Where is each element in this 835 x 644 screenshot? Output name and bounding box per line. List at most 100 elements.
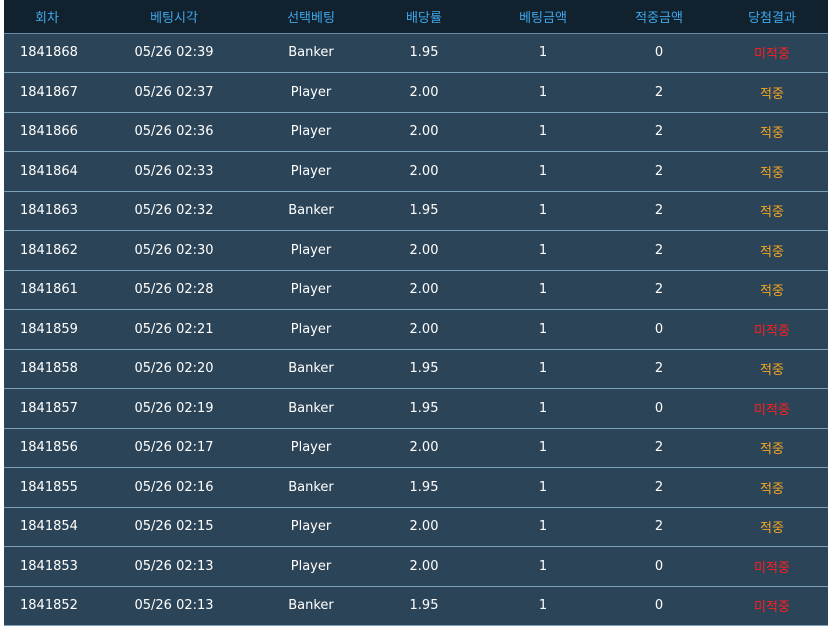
table-row: 1841855 05/26 02:16 Banker 1.95 1 2 적중 — [4, 467, 828, 508]
cell-bet-amount: 1 — [484, 507, 602, 547]
cell-bet-amount: 1 — [484, 72, 602, 113]
cell-round: 1841863 — [4, 191, 90, 231]
cell-result: 미적중 — [716, 586, 828, 626]
cell-payout-amount: 0 — [602, 309, 716, 350]
table-row: 1841861 05/26 02:28 Player 2.00 1 2 적중 — [4, 270, 828, 310]
cell-selected-bet: Banker — [258, 33, 364, 73]
cell-bet-time: 05/26 02:13 — [90, 546, 258, 587]
table-row: 1841862 05/26 02:30 Player 2.00 1 2 적중 — [4, 230, 828, 271]
cell-round: 1841855 — [4, 467, 90, 508]
cell-result: 적중 — [716, 349, 828, 389]
cell-selected-bet: Player — [258, 151, 364, 192]
cell-result: 적중 — [716, 72, 828, 113]
cell-round: 1841868 — [4, 33, 90, 73]
cell-round: 1841852 — [4, 586, 90, 626]
cell-bet-time: 05/26 02:17 — [90, 428, 258, 468]
cell-odds: 2.00 — [364, 309, 484, 350]
cell-selected-bet: Player — [258, 507, 364, 547]
table-row: 1841858 05/26 02:20 Banker 1.95 1 2 적중 — [4, 349, 828, 389]
cell-selected-bet: Player — [258, 270, 364, 310]
cell-payout-amount: 2 — [602, 112, 716, 152]
cell-selected-bet: Player — [258, 230, 364, 271]
cell-payout-amount: 2 — [602, 151, 716, 192]
cell-bet-time: 05/26 02:36 — [90, 112, 258, 152]
cell-result: 적중 — [716, 230, 828, 271]
cell-round: 1841862 — [4, 230, 90, 271]
cell-payout-amount: 2 — [602, 349, 716, 389]
cell-round: 1841861 — [4, 270, 90, 310]
cell-odds: 1.95 — [364, 33, 484, 73]
cell-odds: 1.95 — [364, 467, 484, 508]
cell-bet-time: 05/26 02:39 — [90, 33, 258, 73]
cell-selected-bet: Player — [258, 546, 364, 587]
cell-round: 1841856 — [4, 428, 90, 468]
cell-bet-amount: 1 — [484, 388, 602, 429]
cell-selected-bet: Banker — [258, 467, 364, 508]
cell-payout-amount: 2 — [602, 191, 716, 231]
cell-bet-amount: 1 — [484, 467, 602, 508]
cell-bet-amount: 1 — [484, 33, 602, 73]
cell-payout-amount: 2 — [602, 467, 716, 508]
cell-round: 1841867 — [4, 72, 90, 113]
table-row: 1841867 05/26 02:37 Player 2.00 1 2 적중 — [4, 72, 828, 113]
cell-selected-bet: Player — [258, 428, 364, 468]
cell-bet-time: 05/26 02:30 — [90, 230, 258, 271]
cell-bet-amount: 1 — [484, 270, 602, 310]
header-odds: 배당률 — [364, 0, 484, 34]
cell-payout-amount: 2 — [602, 270, 716, 310]
cell-odds: 2.00 — [364, 72, 484, 113]
cell-bet-time: 05/26 02:28 — [90, 270, 258, 310]
cell-bet-amount: 1 — [484, 586, 602, 626]
cell-result: 미적중 — [716, 388, 828, 429]
cell-result: 적중 — [716, 112, 828, 152]
cell-result: 미적중 — [716, 309, 828, 350]
cell-selected-bet: Banker — [258, 191, 364, 231]
cell-payout-amount: 0 — [602, 33, 716, 73]
cell-odds: 1.95 — [364, 586, 484, 626]
cell-result: 미적중 — [716, 33, 828, 73]
header-bet-amount: 베팅금액 — [484, 0, 602, 34]
cell-odds: 2.00 — [364, 151, 484, 192]
cell-bet-amount: 1 — [484, 230, 602, 271]
table-row: 1841868 05/26 02:39 Banker 1.95 1 0 미적중 — [4, 33, 828, 73]
cell-payout-amount: 0 — [602, 586, 716, 626]
cell-selected-bet: Player — [258, 309, 364, 350]
table-row: 1841852 05/26 02:13 Banker 1.95 1 0 미적중 — [4, 586, 828, 626]
cell-bet-amount: 1 — [484, 349, 602, 389]
cell-odds: 2.00 — [364, 112, 484, 152]
cell-bet-amount: 1 — [484, 191, 602, 231]
cell-payout-amount: 2 — [602, 72, 716, 113]
cell-selected-bet: Banker — [258, 349, 364, 389]
header-round: 회차 — [4, 0, 90, 34]
cell-odds: 2.00 — [364, 230, 484, 271]
cell-odds: 1.95 — [364, 191, 484, 231]
cell-round: 1841858 — [4, 349, 90, 389]
table-row: 1841866 05/26 02:36 Player 2.00 1 2 적중 — [4, 112, 828, 152]
cell-bet-time: 05/26 02:20 — [90, 349, 258, 389]
cell-round: 1841854 — [4, 507, 90, 547]
cell-result: 미적중 — [716, 546, 828, 587]
cell-round: 1841864 — [4, 151, 90, 192]
cell-round: 1841866 — [4, 112, 90, 152]
cell-result: 적중 — [716, 507, 828, 547]
cell-selected-bet: Player — [258, 72, 364, 113]
cell-result: 적중 — [716, 151, 828, 192]
cell-round: 1841857 — [4, 388, 90, 429]
table-header-row: 회차 베팅시각 선택베팅 배당률 베팅금액 적중금액 당첨결과 — [4, 0, 828, 34]
cell-payout-amount: 2 — [602, 507, 716, 547]
cell-odds: 1.95 — [364, 388, 484, 429]
cell-bet-amount: 1 — [484, 546, 602, 587]
cell-bet-time: 05/26 02:37 — [90, 72, 258, 113]
cell-bet-time: 05/26 02:13 — [90, 586, 258, 626]
cell-selected-bet: Player — [258, 112, 364, 152]
betting-history-table: 회차 베팅시각 선택베팅 배당률 베팅금액 적중금액 당첨결과 1841868 0… — [4, 0, 828, 626]
table-row: 1841857 05/26 02:19 Banker 1.95 1 0 미적중 — [4, 388, 828, 429]
cell-odds: 2.00 — [364, 507, 484, 547]
header-bet-time: 베팅시각 — [90, 0, 258, 34]
cell-round: 1841853 — [4, 546, 90, 587]
cell-bet-time: 05/26 02:21 — [90, 309, 258, 350]
cell-bet-time: 05/26 02:33 — [90, 151, 258, 192]
cell-odds: 2.00 — [364, 428, 484, 468]
cell-payout-amount: 2 — [602, 230, 716, 271]
header-payout-amount: 적중금액 — [602, 0, 716, 34]
